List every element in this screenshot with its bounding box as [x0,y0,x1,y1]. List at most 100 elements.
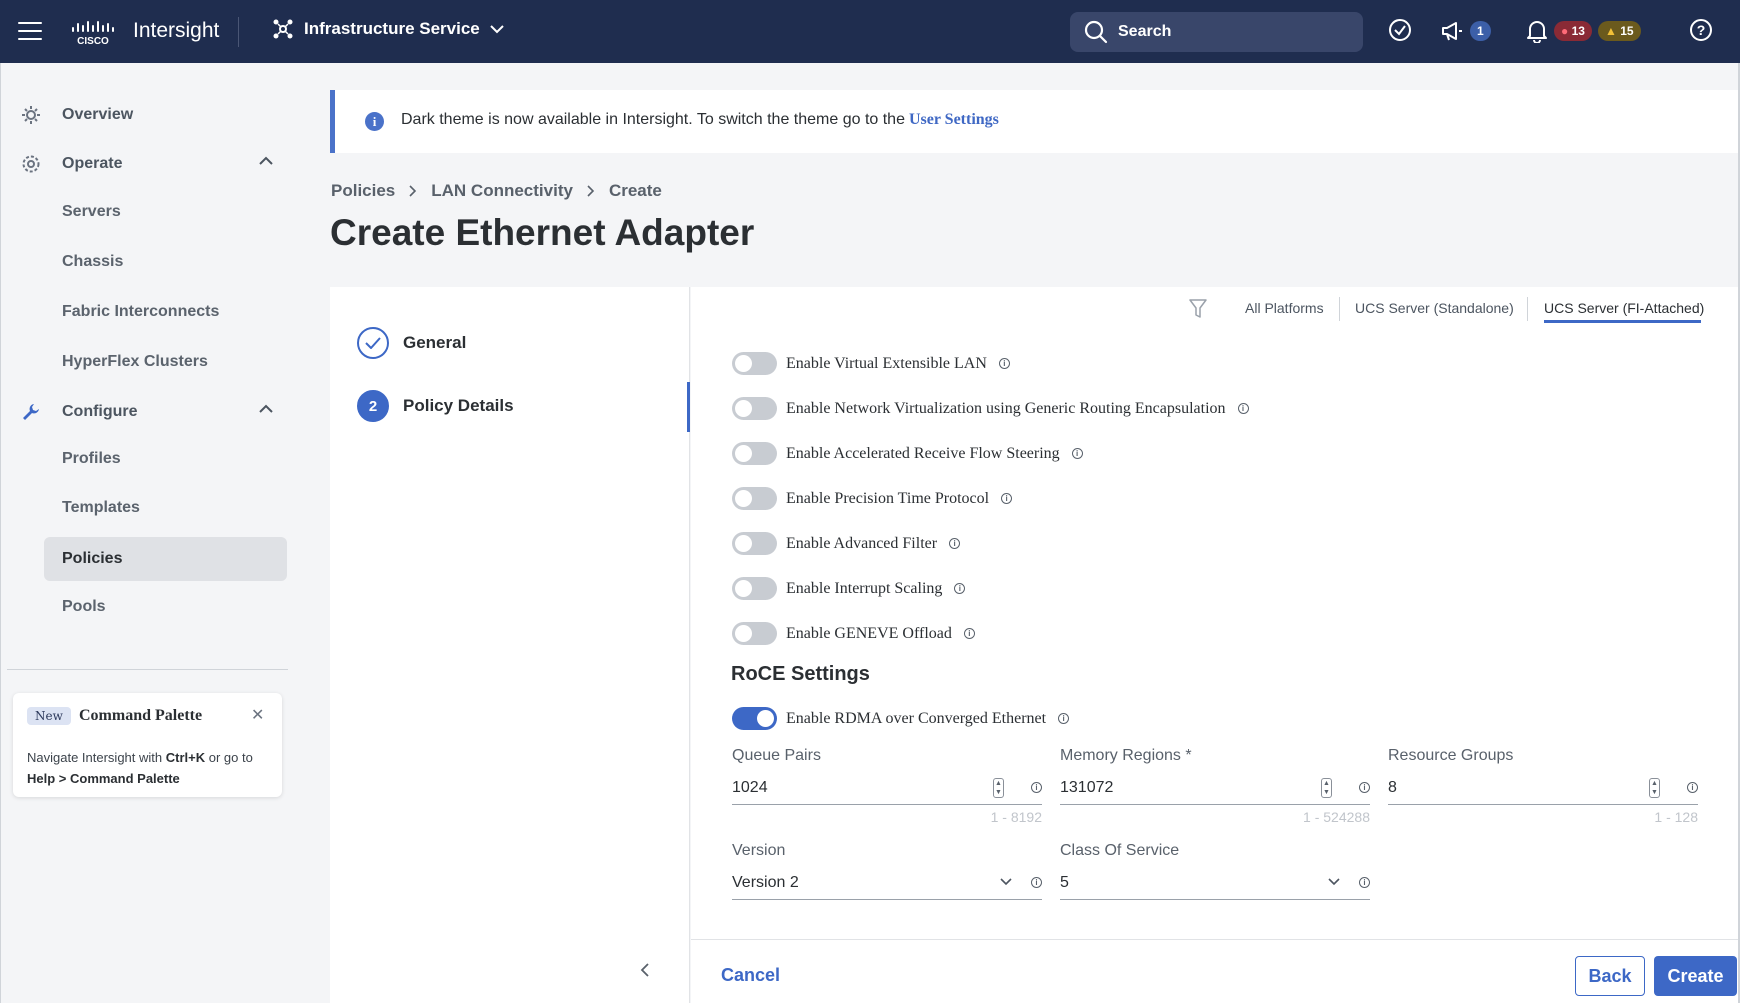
chevron-up-icon[interactable] [259,404,273,413]
interrupt-scaling-toggle[interactable] [732,577,777,600]
info-icon[interactable]: i [998,358,1010,369]
close-icon[interactable]: ✕ [251,705,264,725]
info-icon[interactable]: i [1001,493,1013,504]
class-of-service-select[interactable]: 5 i [1060,870,1370,900]
ptp-toggle[interactable] [732,487,777,510]
arfs-toggle[interactable] [732,442,777,465]
service-switcher[interactable]: Infrastructure Service [272,18,504,40]
info-icon[interactable]: i [963,628,975,639]
vxlan-toggle[interactable] [732,352,777,375]
chevron-down-icon [1328,878,1340,886]
command-palette-text: Navigate Intersight with Ctrl+K or go to… [27,750,253,786]
check-circle-icon[interactable] [1388,18,1412,42]
nav-configure[interactable]: Configure [1,390,301,434]
announcements[interactable]: 1 [1440,19,1491,43]
svg-text:?: ? [1697,22,1706,38]
info-banner: i Dark theme is now available in Intersi… [330,90,1740,153]
chevron-left-icon[interactable] [640,963,650,977]
geneve-label: Enable GENEVE Offload [786,624,952,642]
breadcrumb-policies[interactable]: Policies [331,181,395,201]
divider [238,17,239,47]
create-button[interactable]: Create [1654,956,1737,996]
user-settings-link[interactable]: User Settings [909,111,999,128]
geneve-toggle[interactable] [732,622,777,645]
resource-groups-field: Resource Groups 8 ▲ ▼ i 1 - 128 [1388,747,1698,825]
sidebar-item-templates[interactable]: Templates [44,486,287,530]
cancel-button[interactable]: Cancel [721,965,780,986]
sidebar-item-pools[interactable]: Pools [44,585,287,629]
chevron-up-icon[interactable] [259,156,273,165]
info-icon[interactable]: i [1058,713,1070,724]
nvgre-toggle[interactable] [732,397,777,420]
stepper-icon[interactable]: ▲ ▼ [1649,778,1660,798]
ptp-label: Enable Precision Time Protocol [786,489,990,507]
version-label: Version [732,842,786,859]
toggle-row-vxlan: Enable Virtual Extensible LAN i [732,352,1010,375]
back-button[interactable]: Back [1575,956,1645,996]
sidebar-item-policies[interactable]: Policies [44,537,287,581]
info-icon[interactable]: i [1071,448,1083,459]
tab-ucs-standalone[interactable]: UCS Server (Standalone) [1355,300,1514,316]
info-icon[interactable]: i [1687,782,1698,793]
resource-groups-input[interactable]: 8 ▲ ▼ i [1388,775,1698,805]
advanced-filter-toggle[interactable] [732,532,777,555]
service-icon [273,19,293,39]
alarms[interactable]: ● 13 ▲ 15 [1526,19,1641,43]
info-icon[interactable]: i [1031,782,1042,793]
info-icon[interactable]: i [1237,403,1249,414]
gear-icon [22,155,40,173]
nav-configure-label: Configure [62,403,138,420]
cisco-logo: CISCO [72,21,114,46]
step-policy-details-label: Policy Details [403,396,514,415]
info-icon[interactable]: i [1359,782,1370,793]
nvgre-label: Enable Network Virtualization using Gene… [786,399,1226,417]
nav-overview[interactable]: Overview [1,93,301,137]
sidebar-item-profiles[interactable]: Profiles [44,437,287,481]
class-of-service-field: Class Of Service 5 i [1060,842,1370,900]
memory-regions-input[interactable]: 131072 ▲ ▼ i [1060,775,1370,805]
breadcrumb-lan-connectivity[interactable]: LAN Connectivity [431,181,573,201]
toggle-row-interrupt-scaling: Enable Interrupt Scaling i [732,577,966,600]
sidebar-item-chassis[interactable]: Chassis [44,240,287,284]
memory-regions-label: Memory Regions * [1060,747,1192,764]
command-palette-title: Command Palette [79,707,203,724]
rdma-toggle[interactable] [732,707,777,730]
step-policy-details[interactable]: 2 Policy Details [357,390,514,422]
active-tab-underline [1544,320,1701,323]
banner-message: Dark theme is now available in Intersigh… [401,111,999,128]
queue-pairs-input[interactable]: 1024 ▲ ▼ i [732,775,1042,805]
sidebar-item-hyperflex-clusters[interactable]: HyperFlex Clusters [44,340,287,384]
stepper-icon[interactable]: ▲ ▼ [993,778,1004,798]
rdma-label: Enable RDMA over Converged Ethernet [786,709,1047,727]
resource-groups-label: Resource Groups [1388,747,1514,764]
chevron-down-icon [490,24,504,33]
search-bar[interactable]: Search [1070,12,1363,52]
info-icon[interactable]: i [954,583,966,594]
info-icon[interactable]: i [1359,877,1370,888]
command-palette-card: New Command Palette ✕ Navigate Intersigh… [13,693,282,797]
toggle-row-arfs: Enable Accelerated Receive Flow Steering… [732,442,1083,465]
info-icon[interactable]: i [949,538,961,549]
filter-icon[interactable] [1189,299,1207,319]
search-label: Search [1118,23,1172,40]
tab-ucs-fi-attached[interactable]: UCS Server (FI-Attached) [1544,300,1704,316]
info-icon[interactable]: i [1031,877,1042,888]
step-general[interactable]: General [357,327,466,359]
tab-all-platforms[interactable]: All Platforms [1245,300,1324,316]
stepper-icon[interactable]: ▲ ▼ [1321,778,1332,798]
nav-operate[interactable]: Operate [1,142,301,186]
version-select[interactable]: Version 2 i [732,870,1042,900]
announcements-badge: 1 [1470,21,1491,41]
sidebar-item-servers[interactable]: Servers [44,190,287,234]
help-icon[interactable]: ? [1689,18,1713,42]
sidebar-item-fabric-interconnects[interactable]: Fabric Interconnects [44,290,287,334]
resource-groups-range: 1 - 128 [1654,809,1698,825]
memory-regions-field: Memory Regions * 131072 ▲ ▼ i 1 - 524288 [1060,747,1370,825]
chevron-down-icon [1000,878,1012,886]
megaphone-icon [1442,22,1462,41]
breadcrumb: Policies LAN Connectivity Create [331,181,662,201]
nav-operate-label: Operate [62,155,123,172]
step-number: 2 [357,390,389,422]
bell-icon [1527,21,1547,43]
menu-icon[interactable] [18,22,42,40]
